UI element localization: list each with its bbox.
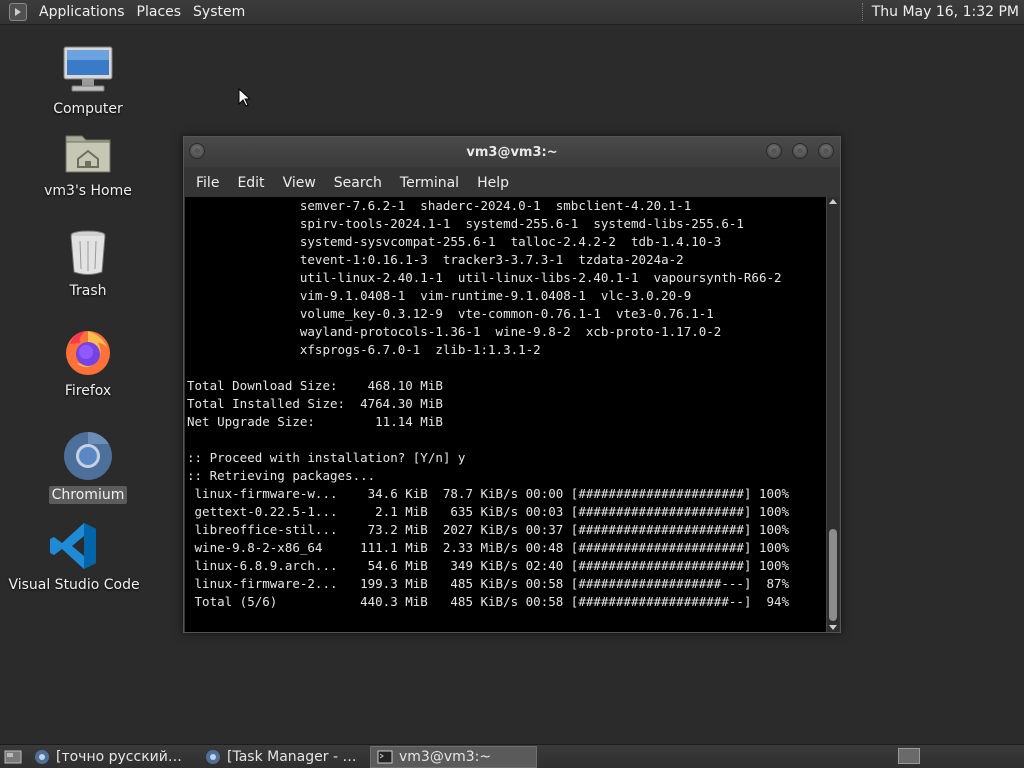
home-folder-icon: [62, 126, 114, 178]
desktop-icon-computer[interactable]: Computer: [23, 44, 153, 118]
show-desktop-button[interactable]: [2, 747, 24, 767]
terminal-line: linux-6.8.9.arch... 54.6 MiB 349 KiB/s 0…: [187, 558, 790, 573]
desktop-icon-home[interactable]: vm3's Home: [23, 126, 153, 200]
panel-separator: [861, 3, 864, 21]
mouse-cursor-icon: [238, 87, 252, 111]
window-titlebar[interactable]: vm3@vm3:~: [184, 137, 840, 167]
terminal-line: volume_key-0.3.12-9 vte-common-0.76.1-1 …: [187, 306, 714, 321]
desktop-icon-firefox[interactable]: Firefox: [23, 326, 153, 400]
maximize-icon[interactable]: [792, 143, 808, 159]
terminal-scrollbar[interactable]: [826, 197, 839, 632]
terminal-line: :: Proceed with installation? [Y/n] y: [187, 450, 466, 465]
terminal-line: wayland-protocols-1.36-1 wine-9.8-2 xcb-…: [187, 324, 722, 339]
taskbar-item-label: vm3@vm3:~: [399, 748, 492, 765]
terminal-line: Total (5/6) 440.3 MiB 485 KiB/s 00:58 [#…: [187, 594, 790, 609]
terminal-line: Total Installed Size: 4764.30 MiB: [187, 396, 443, 411]
chromium-icon: [35, 749, 49, 764]
terminal-line: Total Download Size: 468.10 MiB: [187, 378, 443, 393]
terminal-line: semver-7.6.2-1 shaderc-2024.0-1 smbclien…: [187, 198, 692, 213]
terminal-line: xfsprogs-6.7.0-1 zlib-1:1.3.1-2: [187, 342, 541, 357]
terminal-line: vim-9.1.0408-1 vim-runtime-9.1.0408-1 vl…: [187, 288, 692, 303]
terminal-line: util-linux-2.40.1-1 util-linux-libs-2.40…: [187, 270, 782, 285]
menu-applications[interactable]: Applications: [33, 4, 131, 20]
top-panel: Applications Places System Thu May 16, 1…: [0, 0, 1024, 25]
terminal-window[interactable]: vm3@vm3:~ File Edit View Search Terminal…: [183, 136, 841, 633]
menu-edit[interactable]: Edit: [229, 175, 272, 191]
menu-places[interactable]: Places: [131, 4, 188, 20]
clock[interactable]: Thu May 16, 1:32 PM: [872, 4, 1024, 20]
menu-system[interactable]: System: [187, 4, 251, 20]
terminal-output[interactable]: semver-7.6.2-1 shaderc-2024.0-1 smbclien…: [185, 197, 827, 632]
desktop-icon-label: Computer: [53, 101, 123, 117]
trash-icon: [62, 226, 114, 278]
desktop-icon-chromium[interactable]: Chromium: [23, 430, 153, 504]
terminal-line: tevent-1:0.16.1-3 tracker3-3.7.3-1 tzdat…: [187, 252, 684, 267]
menu-search[interactable]: Search: [326, 175, 390, 191]
taskbar-item-terminal[interactable]: vm3@vm3:~: [370, 745, 537, 768]
taskbar-item-chromium-2[interactable]: [Task Manager - Ch...: [199, 746, 366, 768]
vscode-icon: [48, 520, 100, 572]
taskbar-item-label: [Task Manager - Ch...: [227, 748, 360, 765]
main-menu-icon[interactable]: [9, 3, 27, 21]
terminal-line: libreoffice-stil... 73.2 MiB 2027 KiB/s …: [187, 522, 790, 537]
close-icon[interactable]: [818, 143, 834, 159]
computer-icon: [62, 44, 114, 96]
bottom-panel: [точно русский? - Y... [Task Manager - C…: [0, 744, 1024, 768]
menu-terminal[interactable]: Terminal: [392, 175, 467, 191]
chromium-icon: [206, 749, 220, 764]
desktop-icon-trash[interactable]: Trash: [23, 226, 153, 300]
taskbar-item-chromium-1[interactable]: [точно русский? - Y...: [28, 746, 195, 768]
window-title: vm3@vm3:~: [466, 144, 558, 160]
terminal-line: linux-firmware-2... 199.3 MiB 485 KiB/s …: [187, 576, 790, 591]
menu-file[interactable]: File: [188, 175, 227, 191]
terminal-icon: [377, 750, 393, 763]
scrollbar-thumb[interactable]: [829, 529, 837, 621]
desktop-icon-vscode[interactable]: Visual Studio Code: [8, 520, 140, 594]
show-desktop-icon: [4, 750, 22, 763]
chromium-icon: [62, 430, 114, 482]
terminal-line: spirv-tools-2024.1-1 systemd-255.6-1 sys…: [187, 216, 744, 231]
menu-help[interactable]: Help: [469, 175, 517, 191]
desktop-icon-label: Firefox: [64, 383, 112, 399]
terminal-line: linux-firmware-w... 34.6 KiB 78.7 KiB/s …: [187, 486, 790, 501]
terminal-line: wine-9.8-2-x86_64 111.1 MiB 2.33 MiB/s 0…: [187, 540, 790, 555]
terminal-line: systemd-sysvcompat-255.6-1 talloc-2.4.2-…: [187, 234, 722, 249]
minimize-icon[interactable]: [766, 143, 782, 159]
workspace-switcher[interactable]: [898, 748, 920, 764]
taskbar-item-label: [точно русский? - Y...: [56, 748, 189, 765]
scroll-up-icon[interactable]: [829, 199, 837, 204]
terminal-line: Net Upgrade Size: 11.14 MiB: [187, 414, 443, 429]
firefox-icon: [62, 326, 114, 378]
desktop-icon-label: vm3's Home: [44, 183, 132, 199]
desktop-icon-label: Visual Studio Code: [8, 577, 140, 593]
desktop-icon-label: Chromium: [48, 486, 128, 504]
terminal-menubar: File Edit View Search Terminal Help: [184, 169, 840, 196]
terminal-line: :: Retrieving packages...: [187, 468, 376, 483]
scroll-down-icon[interactable]: [829, 625, 837, 630]
terminal-line: gettext-0.22.5-1... 2.1 MiB 635 KiB/s 00…: [187, 504, 790, 519]
window-menu-icon[interactable]: [189, 143, 205, 159]
desktop-icon-label: Trash: [69, 283, 107, 299]
menu-view[interactable]: View: [275, 175, 324, 191]
